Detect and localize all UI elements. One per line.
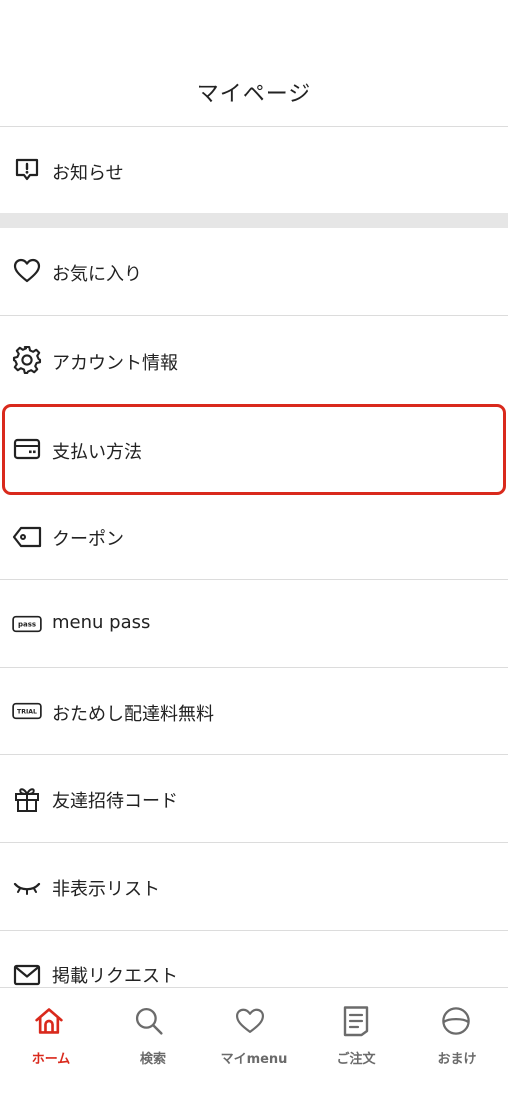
menu-item-menu-pass[interactable]: pass menu pass bbox=[0, 580, 508, 667]
menu-item-label: おためし配達料無料 bbox=[52, 704, 214, 725]
tab-label: ご注文 bbox=[336, 1052, 376, 1067]
heart-icon bbox=[12, 256, 42, 286]
tab-orders[interactable]: ご注文 bbox=[305, 988, 407, 1078]
menu-item-label: お知らせ bbox=[52, 163, 124, 184]
menu-item-label: クーポン bbox=[52, 529, 124, 550]
tab-extras[interactable]: おまけ bbox=[406, 988, 508, 1078]
credit-card-icon bbox=[12, 434, 42, 464]
menu-item-label: 友達招待コード bbox=[52, 791, 178, 812]
pass-badge-text: pass bbox=[18, 619, 36, 628]
menu-item-hidden-list[interactable]: 非表示リスト bbox=[0, 843, 508, 930]
trial-badge-icon: TRIAL bbox=[12, 696, 42, 726]
tab-home[interactable]: ホーム bbox=[0, 988, 102, 1078]
tab-search[interactable]: 検索 bbox=[102, 988, 204, 1078]
menu-item-invite[interactable]: 友達招待コード bbox=[0, 755, 508, 842]
notification-icon bbox=[12, 155, 42, 185]
menu-item-label: アカウント情報 bbox=[52, 353, 178, 374]
bottom-tab-bar: ホーム 検索 マイmenu ご注文 おまけ bbox=[0, 987, 508, 1100]
search-icon bbox=[134, 1004, 164, 1038]
menu-item-account[interactable]: アカウント情報 bbox=[0, 316, 508, 404]
menu-item-label: menu pass bbox=[52, 612, 151, 633]
document-icon bbox=[341, 1004, 371, 1038]
heart-icon bbox=[235, 1004, 265, 1038]
menu-item-label: 非表示リスト bbox=[52, 879, 160, 900]
menu-item-label: お気に入り bbox=[52, 264, 142, 285]
menu-item-label: 支払い方法 bbox=[52, 442, 142, 463]
menu-item-coupon[interactable]: クーポン bbox=[0, 495, 508, 579]
menu-item-payment[interactable]: 支払い方法 bbox=[0, 405, 508, 493]
tab-label: 検索 bbox=[139, 1052, 166, 1067]
gift-icon bbox=[12, 784, 42, 814]
menu-item-listing-request[interactable]: 掲載リクエスト bbox=[0, 931, 508, 987]
pass-badge-icon: pass bbox=[12, 609, 42, 639]
trial-badge-text: TRIAL bbox=[17, 708, 37, 715]
menu-item-notifications[interactable]: お知らせ bbox=[0, 128, 508, 213]
tab-label: マイmenu bbox=[220, 1052, 288, 1067]
menu-item-favorites[interactable]: お気に入り bbox=[0, 228, 508, 315]
section-separator bbox=[0, 213, 508, 228]
tab-my-menu[interactable]: マイmenu bbox=[203, 988, 305, 1078]
coupon-tag-icon bbox=[12, 522, 42, 552]
menu-item-trial[interactable]: TRIAL おためし配達料無料 bbox=[0, 668, 508, 754]
page-header: マイページ bbox=[0, 0, 508, 127]
closed-eye-icon bbox=[12, 872, 42, 902]
menu-item-label: 掲載リクエスト bbox=[52, 966, 178, 987]
mail-icon bbox=[12, 960, 42, 987]
gear-icon bbox=[12, 345, 42, 375]
bowl-icon bbox=[441, 1004, 471, 1038]
tab-label: ホーム bbox=[31, 1052, 71, 1067]
home-icon bbox=[34, 1004, 64, 1038]
page-title: マイページ bbox=[196, 82, 312, 107]
tab-label: おまけ bbox=[437, 1052, 477, 1067]
